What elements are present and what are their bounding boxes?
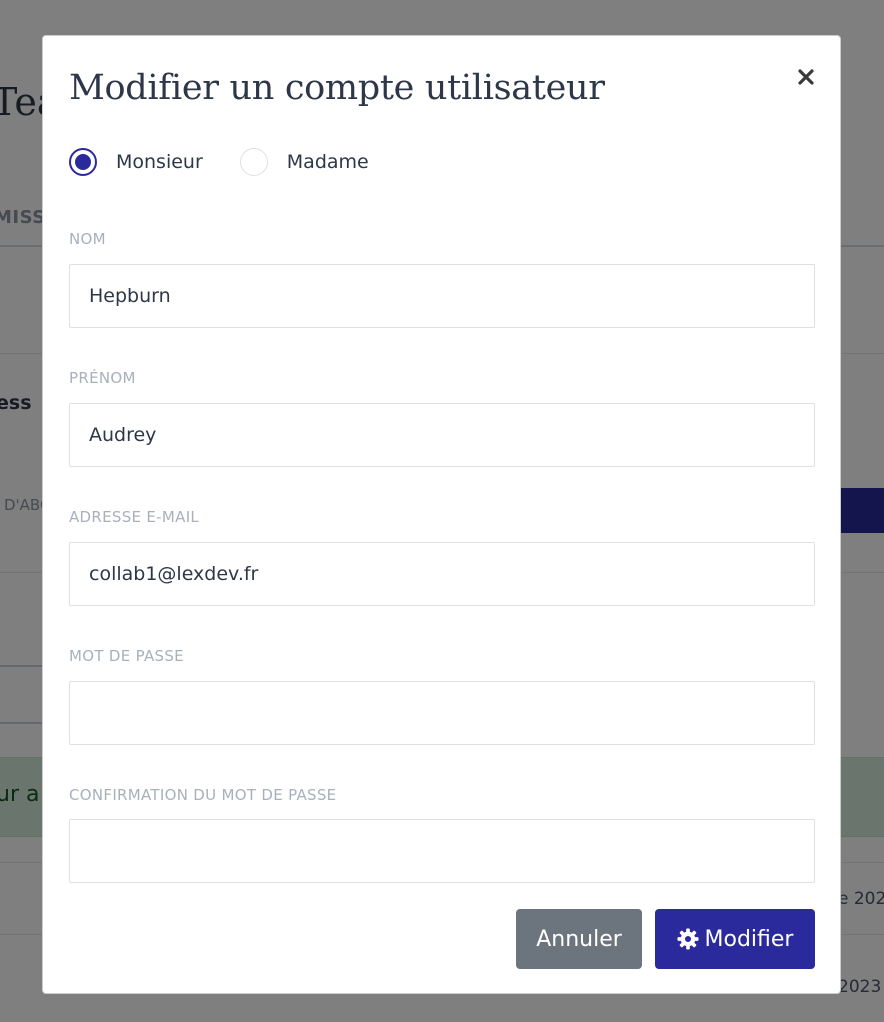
close-icon bbox=[797, 63, 815, 91]
radio-label-madame: Madame bbox=[286, 151, 369, 173]
modify-button-label: Modifier bbox=[704, 926, 794, 952]
modify-button[interactable]: Modifier bbox=[655, 909, 815, 969]
edit-user-modal: Modifier un compte utilisateur Monsieur … bbox=[42, 35, 841, 994]
gear-icon bbox=[676, 928, 699, 950]
email-label: ADRESSE E-MAIL bbox=[69, 508, 200, 526]
modal-title: Modifier un compte utilisateur bbox=[69, 68, 605, 108]
last-name-input[interactable] bbox=[69, 264, 815, 328]
civility-radio-group: Monsieur Madame bbox=[69, 144, 406, 180]
radio-label-monsieur: Monsieur bbox=[116, 151, 203, 173]
password-input[interactable] bbox=[69, 681, 815, 745]
password-confirm-label: CONFIRMATION DU MOT DE PASSE bbox=[69, 786, 337, 804]
password-label: MOT DE PASSE bbox=[69, 647, 184, 665]
cancel-button[interactable]: Annuler bbox=[516, 909, 642, 969]
radio-madame[interactable] bbox=[239, 148, 268, 176]
first-name-input[interactable] bbox=[69, 403, 815, 467]
password-confirm-input[interactable] bbox=[69, 819, 815, 883]
cancel-button-label: Annuler bbox=[536, 926, 622, 952]
radio-option-madame[interactable]: Madame bbox=[239, 148, 369, 176]
first-name-label: PRÉNOM bbox=[69, 369, 136, 387]
radio-monsieur[interactable] bbox=[69, 148, 97, 176]
last-name-label: NOM bbox=[69, 230, 106, 248]
close-button[interactable] bbox=[791, 62, 821, 92]
email-input[interactable] bbox=[69, 542, 815, 606]
radio-option-monsieur[interactable]: Monsieur bbox=[69, 148, 203, 176]
